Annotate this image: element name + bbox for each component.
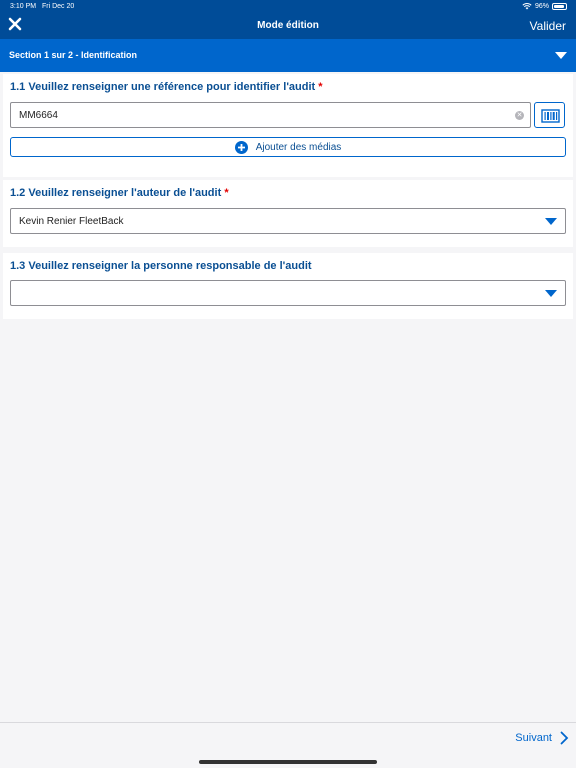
chevron-right-icon bbox=[560, 731, 569, 745]
reference-value: MM6664 bbox=[19, 110, 58, 121]
status-indicators: 96% bbox=[522, 3, 567, 10]
battery-icon bbox=[552, 3, 567, 10]
next-button[interactable]: Suivant bbox=[515, 731, 569, 745]
wifi-icon bbox=[522, 3, 532, 10]
responsible-select[interactable] bbox=[10, 280, 566, 306]
question-label-3: 1.3 Veuillez renseigner la personne resp… bbox=[10, 260, 312, 272]
question-card-3: 1.3 Veuillez renseigner la personne resp… bbox=[3, 253, 573, 319]
reference-input[interactable]: MM6664 ✕ bbox=[10, 102, 531, 128]
battery-percent: 96% bbox=[534, 3, 549, 10]
barcode-scan-button[interactable] bbox=[534, 102, 565, 128]
section-title: Section 1 sur 2 - Identification bbox=[9, 50, 138, 60]
author-select[interactable]: Kevin Renier FleetBack bbox=[10, 208, 566, 234]
clear-icon[interactable]: ✕ bbox=[515, 111, 524, 120]
status-date: Fri Dec 20 bbox=[42, 3, 75, 10]
section-header[interactable]: Section 1 sur 2 - Identification bbox=[0, 39, 576, 72]
author-value: Kevin Renier FleetBack bbox=[19, 216, 124, 227]
question-label-2: 1.2 Veuillez renseigner l'auteur de l'au… bbox=[10, 187, 229, 199]
question-card-1: 1.1 Veuillez renseigner une référence po… bbox=[3, 74, 573, 177]
footer-divider bbox=[0, 722, 576, 723]
top-bar: 3:10 PM Fri Dec 20 96% Mode édition Vali… bbox=[0, 0, 576, 39]
home-indicator bbox=[199, 760, 377, 764]
page-title: Mode édition bbox=[257, 20, 319, 31]
required-mark: * bbox=[224, 187, 229, 199]
next-label: Suivant bbox=[515, 732, 552, 744]
plus-circle-icon bbox=[234, 141, 248, 154]
chevron-down-icon bbox=[545, 290, 557, 297]
status-time: 3:10 PM bbox=[10, 3, 37, 10]
question-card-2: 1.2 Veuillez renseigner l'auteur de l'au… bbox=[3, 180, 573, 247]
required-mark: * bbox=[318, 81, 323, 93]
chevron-down-icon bbox=[545, 218, 557, 225]
question-label-1: 1.1 Veuillez renseigner une référence po… bbox=[10, 81, 323, 93]
add-media-button[interactable]: Ajouter des médias bbox=[10, 137, 566, 157]
add-media-label: Ajouter des médias bbox=[255, 142, 342, 153]
chevron-down-icon bbox=[555, 52, 567, 59]
validate-button[interactable]: Valider bbox=[530, 19, 566, 33]
barcode-icon bbox=[541, 109, 560, 123]
